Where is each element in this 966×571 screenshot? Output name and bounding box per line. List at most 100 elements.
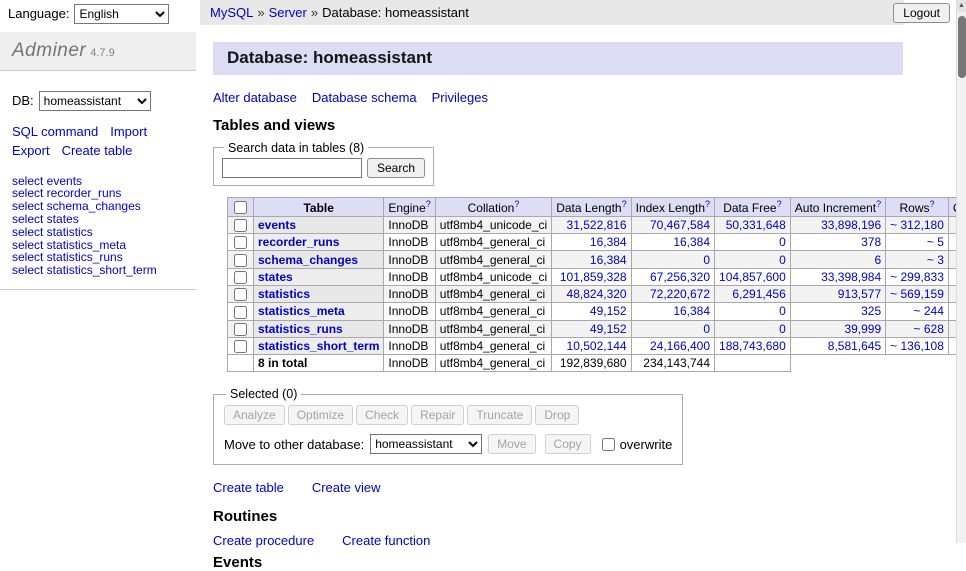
- app-version-link[interactable]: 4.7.9: [90, 47, 114, 59]
- row-checkbox[interactable]: [234, 340, 247, 353]
- rows-link[interactable]: ~ 569,159: [890, 287, 944, 301]
- data-free-link[interactable]: 50,331,648: [726, 218, 786, 232]
- auto-increment-link[interactable]: 325: [861, 304, 881, 318]
- rows-link[interactable]: ~ 5: [927, 235, 944, 249]
- row-checkbox[interactable]: [234, 254, 247, 267]
- table-name-link[interactable]: statistics_runs: [258, 322, 343, 336]
- sidebar-action-link[interactable]: SQL command: [12, 124, 98, 139]
- data-length-link[interactable]: 49,152: [590, 304, 627, 318]
- sidebar-table-link[interactable]: select statistics_short_term: [12, 263, 157, 277]
- create-link[interactable]: Create table: [213, 480, 284, 495]
- total-index-length-cell: 234,143,744: [631, 355, 714, 372]
- index-length-link[interactable]: 16,384: [673, 235, 710, 249]
- column-help-link[interactable]: ?: [622, 199, 627, 209]
- table-operation-button[interactable]: Repair: [411, 405, 464, 425]
- data-length-link[interactable]: 16,384: [590, 235, 627, 249]
- row-checkbox[interactable]: [234, 288, 247, 301]
- data-free-link[interactable]: 0: [779, 253, 786, 267]
- create-routine-link[interactable]: Create procedure: [213, 533, 314, 548]
- index-length-link[interactable]: 70,467,584: [650, 218, 710, 232]
- row-checkbox[interactable]: [234, 306, 247, 319]
- auto-increment-cell: 39,999: [790, 320, 885, 337]
- data-length-link[interactable]: 49,152: [590, 322, 627, 336]
- language-select[interactable]: English: [74, 4, 169, 24]
- index-length-link[interactable]: 72,220,672: [650, 287, 710, 301]
- auto-increment-link[interactable]: 8,581,645: [828, 339, 881, 353]
- rows-link[interactable]: ~ 312,180: [890, 218, 944, 232]
- database-action-link[interactable]: Privileges: [432, 90, 488, 105]
- index-length-link[interactable]: 24,166,400: [650, 339, 710, 353]
- row-checkbox[interactable]: [234, 219, 247, 232]
- database-action-link[interactable]: Database schema: [312, 90, 417, 105]
- auto-increment-link[interactable]: 33,898,196: [821, 218, 881, 232]
- auto-increment-link[interactable]: 33,398,984: [821, 270, 881, 284]
- sidebar-action-link[interactable]: Import: [110, 124, 147, 139]
- index-length-link[interactable]: 0: [703, 253, 710, 267]
- scrollbar-up-icon[interactable]: ▲: [957, 0, 966, 12]
- copy-button[interactable]: Copy: [545, 434, 591, 454]
- select-all-checkbox[interactable]: [234, 201, 247, 214]
- table-name-link[interactable]: schema_changes: [258, 253, 358, 267]
- data-length-link[interactable]: 101,859,328: [560, 270, 627, 284]
- data-length-link[interactable]: 48,824,320: [567, 287, 627, 301]
- table-name-link[interactable]: events: [258, 218, 296, 232]
- rows-link[interactable]: ~ 244: [914, 304, 944, 318]
- table-operation-button[interactable]: Truncate: [467, 405, 532, 425]
- row-checkbox[interactable]: [234, 236, 247, 249]
- column-help-link[interactable]: ?: [930, 199, 935, 209]
- column-help-link[interactable]: ?: [777, 199, 782, 209]
- data-free-link[interactable]: 0: [779, 304, 786, 318]
- rows-link[interactable]: ~ 136,108: [890, 339, 944, 353]
- scrollbar-thumb[interactable]: [958, 16, 966, 78]
- rows-link[interactable]: ~ 628: [914, 322, 944, 336]
- rows-link[interactable]: ~ 3: [927, 253, 944, 267]
- vertical-scrollbar[interactable]: ▲: [956, 0, 966, 543]
- table-name-link[interactable]: states: [258, 270, 293, 284]
- row-checkbox[interactable]: [234, 271, 247, 284]
- sidebar-action-link[interactable]: Export: [12, 143, 50, 158]
- data-length-link[interactable]: 31,522,816: [567, 218, 627, 232]
- data-free-link[interactable]: 0: [779, 322, 786, 336]
- table-name-link[interactable]: statistics: [258, 287, 310, 301]
- data-free-link[interactable]: 104,857,600: [719, 270, 786, 284]
- table-operation-button[interactable]: Analyze: [224, 405, 285, 425]
- index-length-link[interactable]: 0: [703, 322, 710, 336]
- move-db-select[interactable]: homeassistant: [370, 434, 482, 454]
- search-input[interactable]: [222, 158, 362, 178]
- column-help-link[interactable]: ?: [426, 199, 431, 209]
- table-operation-button[interactable]: Drop: [535, 405, 579, 425]
- auto-increment-cell: 33,398,984: [790, 268, 885, 285]
- table-operation-button[interactable]: Check: [356, 405, 408, 425]
- create-link[interactable]: Create view: [312, 480, 381, 495]
- row-checkbox[interactable]: [234, 323, 247, 336]
- breadcrumb-server-link[interactable]: Server: [269, 5, 307, 20]
- search-button[interactable]: Search: [367, 158, 425, 178]
- sidebar-action-link[interactable]: Create table: [62, 143, 133, 158]
- breadcrumb-mysql-link[interactable]: MySQL: [210, 5, 253, 20]
- auto-increment-link[interactable]: 6: [874, 253, 881, 267]
- data-free-link[interactable]: 0: [779, 235, 786, 249]
- table-name-link[interactable]: statistics_short_term: [258, 339, 379, 353]
- db-select[interactable]: homeassistant: [39, 91, 151, 111]
- data-free-link[interactable]: 188,743,680: [719, 339, 786, 353]
- table-operation-button[interactable]: Optimize: [288, 405, 353, 425]
- index-length-link[interactable]: 67,256,320: [650, 270, 710, 284]
- rows-link[interactable]: ~ 299,833: [890, 270, 944, 284]
- database-action-link[interactable]: Alter database: [213, 90, 297, 105]
- create-routine-link[interactable]: Create function: [342, 533, 430, 548]
- overwrite-checkbox[interactable]: [602, 438, 615, 451]
- auto-increment-link[interactable]: 913,577: [838, 287, 881, 301]
- move-button[interactable]: Move: [488, 434, 535, 454]
- column-help-link[interactable]: ?: [705, 199, 710, 209]
- data-free-link[interactable]: 6,291,456: [732, 287, 785, 301]
- table-name-link[interactable]: recorder_runs: [258, 235, 339, 249]
- data-length-link[interactable]: 10,502,144: [567, 339, 627, 353]
- index-length-link[interactable]: 16,384: [673, 304, 710, 318]
- column-help-link[interactable]: ?: [514, 199, 519, 209]
- auto-increment-link[interactable]: 378: [861, 235, 881, 249]
- logout-button[interactable]: Logout: [893, 3, 950, 23]
- column-help-link[interactable]: ?: [876, 199, 881, 209]
- auto-increment-link[interactable]: 39,999: [844, 322, 881, 336]
- data-length-link[interactable]: 16,384: [590, 253, 627, 267]
- table-name-link[interactable]: statistics_meta: [258, 304, 345, 318]
